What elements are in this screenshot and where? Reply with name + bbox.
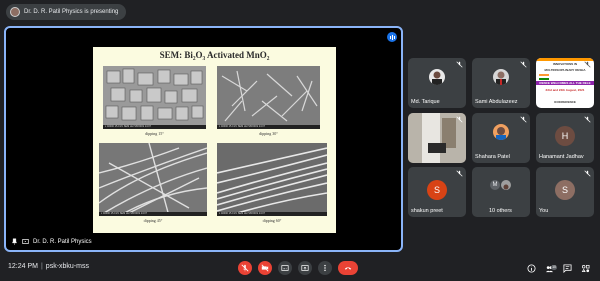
activities-icon [581,264,589,272]
mic-off-icon [584,170,591,177]
sem-scale-text: x 40000 15.0 kV SEM LEI 5/8/2019 14:07 [99,212,207,216]
avatar-letter: S [427,180,447,200]
mic-off-icon [456,116,463,123]
avatar [429,69,445,85]
more-options-button[interactable] [318,261,332,275]
avatar [501,180,511,190]
chat-icon [562,263,572,273]
participant-tile[interactable]: Md. Tarique [408,58,466,108]
presenting-text: Dr. D. R. Patil Physics is presenting [24,9,119,15]
mic-toggle-button[interactable] [238,261,252,275]
participant-name: shakun preet [411,208,443,214]
leave-call-button[interactable] [338,261,358,275]
top-bar: Dr. D. R. Patil Physics is presenting [0,0,600,24]
poster-line: RENCE WELCOMES ALL THE DELE [536,81,594,85]
sem-caption-1: dipping 15° [145,131,164,136]
presentation-tile[interactable]: SEM: Bi₂O₃ Activated MnO₂ x 40000 15.0 k… [4,26,403,252]
sem-caption-4: dipping 60° [262,218,282,223]
separator: | [40,263,43,270]
participant-name: You [539,208,549,214]
mic-off-icon [584,61,591,68]
present-button[interactable] [298,261,312,275]
mic-off-icon [456,61,463,68]
mic-off-icon [456,170,463,177]
participant-name: Md. Tarique [411,99,440,105]
participant-tile[interactable]: S shakun preet [408,167,466,217]
more-vert-icon [324,264,326,272]
camera-toggle-button[interactable] [258,261,272,275]
captions-button[interactable] [278,261,292,275]
mic-off-icon [520,61,527,68]
presenter-name: Dr. D. R. Patil Physics [33,238,92,245]
present-screen-icon [301,265,309,271]
avatar-letter: H [555,126,575,146]
participant-name: Sami Abdulazeez [475,99,518,105]
presentation-slide: SEM: Bi₂O₃ Activated MnO₂ x 40000 15.0 k… [93,47,336,233]
sem-caption-3: dipping 45° [143,218,163,223]
presenting-banner: Dr. D. R. Patil Physics is presenting [6,4,127,20]
hang-up-icon [344,267,352,270]
current-time: 12:24 PM [8,263,38,270]
avatar [493,124,509,140]
sem-scale-text: x 40000 15.0 kV SEM LEI 5/8/2019 14:07 [217,212,327,216]
mic-off-icon [520,116,527,123]
chat-button[interactable] [561,262,573,274]
mic-off-icon [584,116,591,123]
meeting-info: 12:24 PM | psk-xbku-mss [8,263,89,270]
camera-off-icon [261,264,269,272]
others-count: 10 others [489,208,512,214]
activities-button[interactable] [579,262,591,274]
sem-image-1: x 40000 15.0 kV SEM LEI 5/8/2019 14:07 [103,66,206,129]
poster-line: 23rd and 24th August, 2021 [545,88,585,92]
presenter-avatar [10,7,20,17]
people-count-badge: 10 [551,265,557,270]
sem-image-4: x 40000 15.0 kV SEM LEI 5/8/2019 14:07 [217,143,327,216]
avatar-letter: M [490,180,500,190]
presenter-label: Dr. D. R. Patil Physics [11,238,92,245]
sem-scale-text: x 40000 15.0 kV SEM LEI 5/8/2019 14:07 [217,125,320,129]
mic-off-icon [241,264,249,272]
meeting-details-button[interactable] [525,262,537,274]
self-tile[interactable]: S You [536,167,594,217]
sem-scale-text: x 40000 15.0 kV SEM LEI 5/8/2019 14:07 [103,125,206,129]
participant-tile[interactable]: Sami Abdulazeez [472,58,530,108]
screen-share-icon [22,239,29,244]
meeting-code: psk-xbku-mss [45,263,89,270]
people-button[interactable]: 10 [543,262,557,274]
speaking-indicator-icon [387,32,397,42]
sem-image-3: x 40000 15.0 kV SEM LEI 5/8/2019 14:07 [99,143,207,216]
participant-video-poster: INNOVATIONS IN MULTIDISCIPLINARY RESEA R… [536,58,594,108]
sem-image-2: x 40000 15.0 kV SEM LEI 5/8/2019 14:07 [217,66,320,129]
participant-name: Shahara Patel [475,154,510,160]
slide-title: SEM: Bi₂O₃ Activated MnO₂ [159,50,270,60]
others-tile[interactable]: M 10 others [472,167,530,217]
sem-caption-2: dipping 30° [259,131,278,136]
participant-tile[interactable]: H Hanamant Jadhav [536,113,594,163]
avatar-letter: S [555,180,575,200]
poster-line: MULTIDISCIPLINARY RESEA [544,68,586,72]
avatar [493,69,509,85]
pin-icon[interactable] [11,238,18,245]
participant-tile[interactable]: Shahara Patel [472,113,530,163]
participant-tile-video[interactable] [408,113,466,163]
poster-line: ICONFERENCE [554,100,576,104]
info-icon [526,263,536,273]
bottom-bar: 12:24 PM | psk-xbku-mss 10 [0,255,600,281]
participant-name: Hanamant Jadhav [539,154,584,160]
participant-tile-video[interactable]: INNOVATIONS IN MULTIDISCIPLINARY RESEA R… [536,58,594,108]
captions-icon [281,265,289,271]
